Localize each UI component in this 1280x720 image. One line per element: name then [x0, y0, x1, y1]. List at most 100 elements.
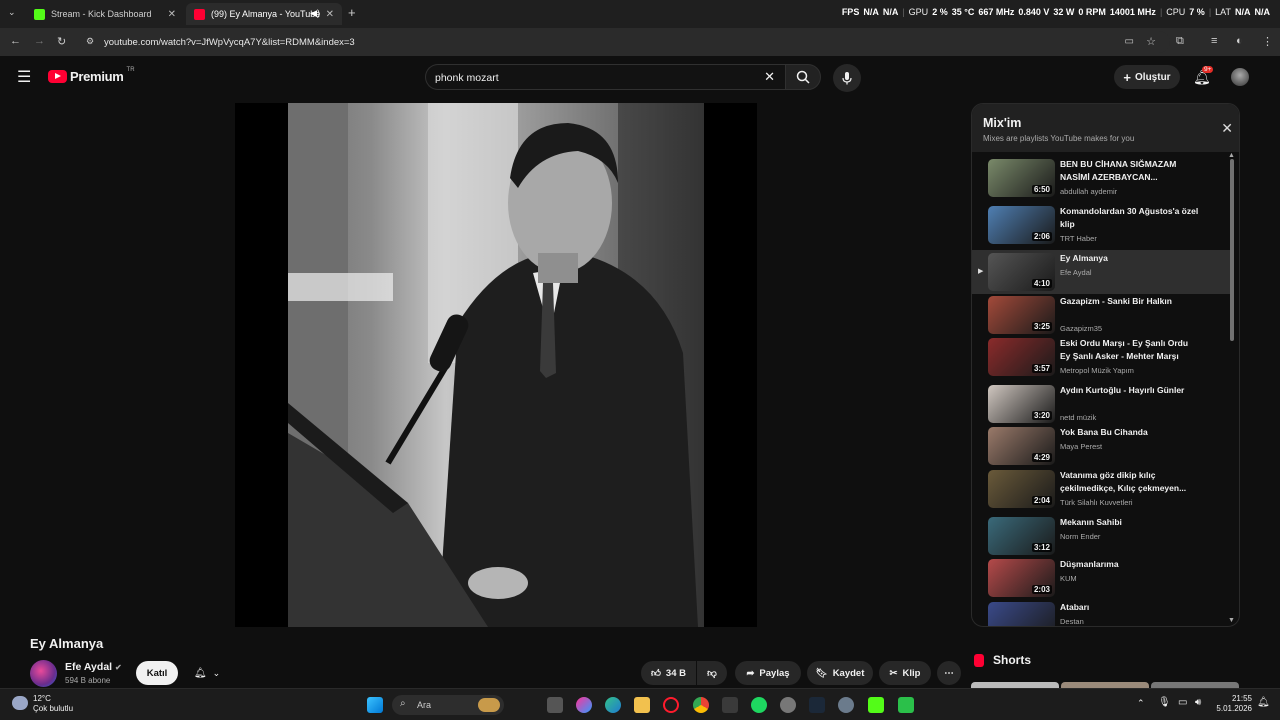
time: 21:55	[1231, 694, 1252, 703]
join-button[interactable]: Katıl	[136, 661, 178, 685]
menu-icon[interactable]: ⋮	[1262, 35, 1273, 48]
clip-button[interactable]: ✂ Klip	[879, 661, 931, 685]
microphone-icon[interactable]: 🎙︎	[1158, 697, 1171, 708]
search-input[interactable]: phonk mozart ✕	[425, 64, 785, 90]
clock[interactable]: 21:55 5.01.2026	[1212, 694, 1252, 714]
url-text: youtube.com/watch?v=JfWpVycqA7Y&list=RDM…	[104, 37, 355, 48]
notifications-button[interactable]: 🔔︎ 9+	[1193, 66, 1214, 87]
tab-list-icon[interactable]: ⌄	[8, 7, 16, 18]
scroll-up-icon[interactable]: ▲	[1228, 152, 1235, 159]
playlist-item-channel: TRT Haber	[1060, 234, 1097, 243]
playlist-item[interactable]: 4:29 Yok Bana Bu Cihanda Maya Perest	[972, 424, 1230, 468]
youtube-logo[interactable]: Premium TR	[48, 67, 135, 84]
windows-start-icon[interactable]	[367, 697, 383, 713]
address-bar[interactable]: ⚙ youtube.com/watch?v=JfWpVycqA7Y&list=R…	[80, 31, 1170, 53]
channel-name[interactable]: Efe Aydal ✔	[65, 661, 122, 673]
weather-widget[interactable]: 12°C Çok bulutlu	[33, 694, 73, 714]
playlist-item-title: Yok Bana Bu Cihanda	[1060, 427, 1148, 437]
settings-icon[interactable]	[838, 697, 854, 713]
scrollbar[interactable]	[1230, 159, 1234, 341]
kick-icon[interactable]	[868, 697, 884, 713]
avatar[interactable]	[1231, 68, 1249, 86]
store-icon[interactable]	[722, 697, 738, 713]
gpu-value: 0 RPM	[1078, 7, 1106, 17]
cast-icon[interactable]: ▭	[1125, 36, 1134, 47]
dislike-button[interactable]: 👎︎	[697, 661, 727, 685]
channel-name-text: Efe Aydal	[65, 661, 113, 673]
playlist-thumbnail: 4:10	[988, 253, 1055, 291]
fps-value: N/A	[863, 7, 879, 17]
steam-icon[interactable]	[809, 697, 825, 713]
forward-icon[interactable]: →	[34, 35, 45, 47]
scroll-down-icon[interactable]: ▼	[1228, 617, 1235, 624]
video-player[interactable]	[235, 103, 757, 627]
opera-icon[interactable]	[663, 697, 679, 713]
reading-list-icon[interactable]: ≡	[1211, 35, 1217, 47]
copilot-icon[interactable]	[576, 697, 592, 713]
lat-value: N/A	[1254, 7, 1271, 17]
discord-icon[interactable]	[780, 697, 796, 713]
taskbar-search[interactable]: ⌕ Ara	[392, 695, 504, 715]
like-button[interactable]: 👍︎ 34 B	[641, 661, 696, 685]
clear-search-icon[interactable]: ✕	[764, 69, 775, 85]
extensions-icon[interactable]: ⧉	[1176, 35, 1184, 48]
playlist-item-channel: Norm Ender	[1060, 532, 1101, 541]
kick-studio-icon[interactable]	[898, 697, 914, 713]
chrome-icon[interactable]	[693, 697, 709, 713]
reload-icon[interactable]: ↻	[57, 35, 66, 48]
playlist-item[interactable]: 3:12 Mekanın Sahibi Norm Ender	[972, 514, 1230, 558]
playlist-item[interactable]: 3:57 Eski Ordu Marşı - Ey Şanlı Ordu Ey Ş…	[972, 335, 1230, 379]
new-tab-button[interactable]: +	[348, 5, 356, 20]
search-button[interactable]	[785, 64, 821, 90]
voice-search-button[interactable]	[833, 64, 861, 92]
playlist-item[interactable]: 3:25 Gazapizm - Sanki Bir Halkın Gazapizm3…	[972, 293, 1230, 337]
notification-center-icon[interactable]: 🔔︎	[1257, 697, 1270, 708]
plus-icon: +	[1123, 69, 1132, 85]
edge-icon[interactable]	[605, 697, 621, 713]
site-info-icon[interactable]: ⚙	[86, 36, 94, 47]
tab-kick-dashboard[interactable]: Stream - Kick Dashboard ✕	[26, 3, 184, 25]
playlist-item-title: Komandolardan 30 Ağustos'a özel klip	[1060, 206, 1199, 229]
playlist-item[interactable]: 2:06 Komandolardan 30 Ağustos'a özel klip…	[972, 203, 1230, 247]
spotify-icon[interactable]	[751, 697, 767, 713]
playlist-item-channel: Destan	[1060, 617, 1084, 626]
tray-overflow-icon[interactable]: ⌃	[1137, 698, 1145, 709]
playlist-item[interactable]: 6:50 BEN BU CİHANA SIĞMAZAM NASİMİ AZERBA…	[972, 156, 1230, 200]
network-icon[interactable]: ▭	[1178, 697, 1187, 708]
shorts-heading: Shorts	[993, 653, 1032, 667]
search-highlight-icon	[478, 698, 500, 712]
playlist-item[interactable]: ▶ 4:10 Ey Almanya Efe Aydal	[972, 250, 1230, 294]
tab-close-icon[interactable]: ✕	[326, 9, 334, 20]
create-button[interactable]: + Oluştur	[1114, 65, 1180, 89]
youtube-play-logo-icon	[48, 70, 67, 83]
task-view-icon[interactable]	[547, 697, 563, 713]
weather-icon[interactable]	[12, 696, 28, 710]
video-still-image	[288, 103, 704, 627]
profile-icon[interactable]: ◐	[1236, 35, 1243, 47]
gpu-value: 14001 MHz	[1109, 7, 1156, 17]
file-explorer-icon[interactable]	[634, 697, 650, 713]
tab-close-icon[interactable]: ✕	[168, 9, 176, 20]
playlist-item[interactable]: 3:20 Aydın Kurtoğlu - Hayırlı Günler netd …	[972, 382, 1230, 426]
subscription-bell-button[interactable]: 🔔︎ ⌄	[185, 661, 229, 685]
bookmark-star-icon[interactable]: ☆	[1146, 35, 1156, 48]
hamburger-menu-icon[interactable]: ☰	[17, 67, 31, 87]
gpu-value: 2 %	[932, 7, 948, 17]
volume-icon[interactable]: 🔊︎	[1195, 697, 1201, 708]
tab-youtube[interactable]: (99) Ey Almanya - YouTube ◀) ✕	[186, 3, 342, 25]
playlist-item[interactable]: 2:04 Vatanıma göz dikip kılıç çekilmedikç…	[972, 467, 1230, 511]
playlist-item[interactable]: Atabarı Destan	[972, 599, 1230, 626]
back-icon[interactable]: ←	[10, 35, 21, 47]
channel-avatar[interactable]	[30, 660, 57, 687]
playlist-thumbnail: 2:04	[988, 470, 1055, 508]
mix-header: Mix'im Mixes are playlists YouTube makes…	[972, 104, 1239, 152]
share-button[interactable]: ➦ Paylaş	[735, 661, 801, 685]
playlist-item[interactable]: 2:03 Düşmanlarıma KUM	[972, 556, 1230, 600]
playlist-item-title: Gazapizm - Sanki Bir Halkın	[1060, 296, 1172, 306]
close-icon[interactable]: ✕	[1221, 120, 1233, 137]
save-button[interactable]: 🔖︎ Kaydet	[807, 661, 873, 685]
more-actions-button[interactable]: ⋯	[937, 661, 961, 685]
search-label: Ara	[417, 700, 432, 710]
youtube-header: ☰ Premium TR phonk mozart ✕ + Oluştur 🔔︎…	[0, 56, 1280, 100]
speaker-icon[interactable]: ◀)	[310, 8, 320, 19]
